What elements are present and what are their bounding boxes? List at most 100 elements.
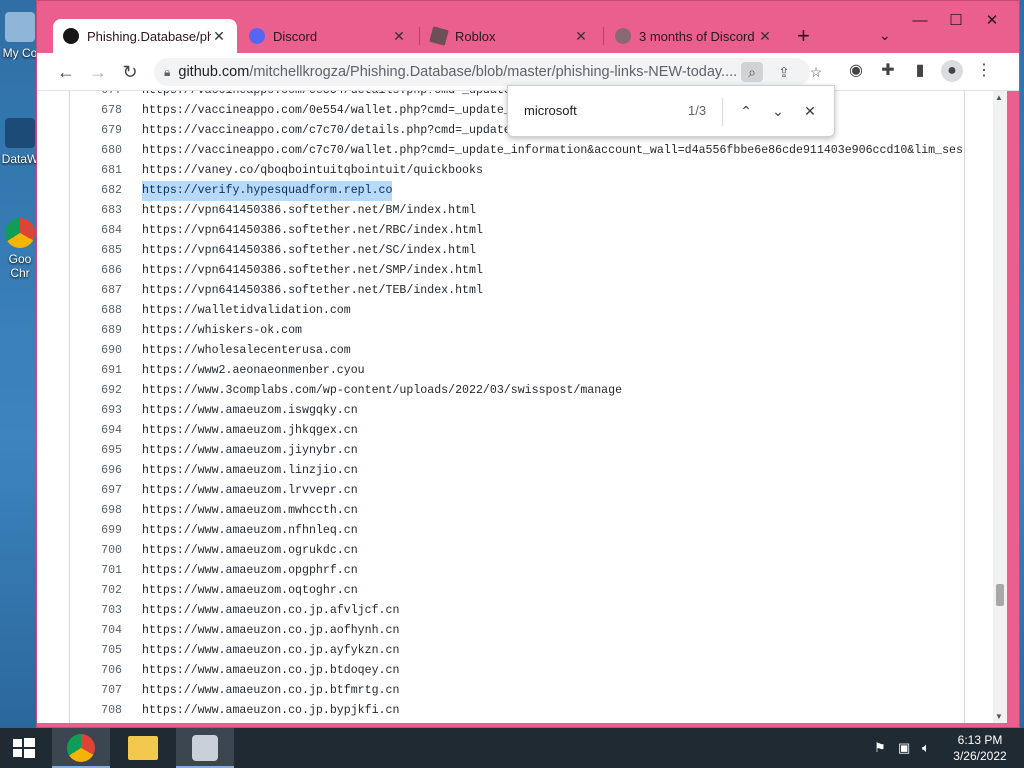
line-number[interactable]: 680 xyxy=(70,141,142,161)
tab-discord-nitro[interactable]: 3 months of Discord N ✕ xyxy=(605,19,783,53)
line-number[interactable]: 689 xyxy=(70,321,142,341)
start-button[interactable] xyxy=(0,728,48,768)
back-button[interactable]: ← xyxy=(53,59,79,85)
line-number[interactable]: 695 xyxy=(70,441,142,461)
find-previous-chevron-up-icon[interactable]: ⌃ xyxy=(734,99,758,123)
tab-strip: Phishing.Database/ph ✕ Discord ✕ Roblox … xyxy=(37,1,1019,53)
tab-phishing-database[interactable]: Phishing.Database/ph ✕ xyxy=(53,19,237,53)
line-number[interactable]: 697 xyxy=(70,481,142,501)
scroll-down-arrow-icon[interactable]: ▼ xyxy=(995,712,1003,721)
line-number[interactable]: 691 xyxy=(70,361,142,381)
system-clock[interactable]: 6:13 PM 3/26/2022 xyxy=(940,732,1020,764)
line-number[interactable]: 708 xyxy=(70,701,142,721)
tab-discord[interactable]: Discord ✕ xyxy=(239,19,417,53)
code-text: https://www.amaeuzom.opgphrf.cn xyxy=(142,564,358,577)
line-number[interactable]: 703 xyxy=(70,601,142,621)
bookmark-star-icon[interactable]: ☆ xyxy=(805,62,827,82)
line-number[interactable]: 690 xyxy=(70,341,142,361)
desktop-icon-my-computer[interactable]: My Co xyxy=(0,12,40,60)
scrollbar-thumb[interactable] xyxy=(996,584,1004,606)
new-tab-button[interactable]: + xyxy=(797,23,810,49)
menu-kebab-icon[interactable]: ⋮ xyxy=(973,60,995,82)
line-number[interactable]: 700 xyxy=(70,541,142,561)
code-text: https://www.amaeuzom.iswgqky.cn xyxy=(142,404,358,417)
line-number[interactable]: 698 xyxy=(70,501,142,521)
side-panel-icon[interactable]: ▮ xyxy=(909,60,931,82)
line-number[interactable]: 702 xyxy=(70,581,142,601)
code-text: https://www.amaeuzon.co.jp.afvljcf.cn xyxy=(142,604,400,617)
code-line: 679 https://vaccineappo.com/c7c70/details… xyxy=(70,121,546,141)
forward-button[interactable]: → xyxy=(85,59,111,85)
line-number[interactable]: 683 xyxy=(70,201,142,221)
close-window-button[interactable]: ✕ xyxy=(977,9,1007,33)
code-line: 704 https://www.amaeuzon.co.jp.aofhynh.cn xyxy=(70,621,399,641)
taskbar-chrome[interactable] xyxy=(52,728,110,768)
line-number[interactable]: 686 xyxy=(70,261,142,281)
find-divider xyxy=(722,98,723,126)
line-number[interactable]: 696 xyxy=(70,461,142,481)
line-number[interactable]: 705 xyxy=(70,641,142,661)
maximize-button[interactable]: ☐ xyxy=(941,9,971,33)
code-line: 694 https://www.amaeuzom.jhkqgex.cn xyxy=(70,421,358,441)
line-number[interactable]: 687 xyxy=(70,281,142,301)
code-text: https://vpn641450386.softether.net/BM/in… xyxy=(142,204,476,217)
desktop-icon-datawarehouse[interactable]: DataW xyxy=(0,118,40,166)
roblox-icon xyxy=(429,26,449,46)
line-number[interactable]: 704 xyxy=(70,621,142,641)
folder-icon xyxy=(128,736,158,760)
line-number[interactable]: 677 xyxy=(70,91,142,101)
line-number[interactable]: 706 xyxy=(70,661,142,681)
code-line: 706 https://www.amaeuzon.co.jp.btdoqey.cn xyxy=(70,661,399,681)
shortcut-icon xyxy=(5,118,35,148)
extension-globe-icon[interactable]: ◉ xyxy=(845,60,867,82)
tab-roblox[interactable]: Roblox ✕ xyxy=(421,19,599,53)
desktop-icon-google-chrome[interactable]: Goo Chr xyxy=(0,218,40,280)
vertical-scrollbar[interactable]: ▲ ▼ xyxy=(993,91,1007,723)
taskbar-tool[interactable] xyxy=(176,728,234,768)
find-in-page-icon[interactable]: ⌕ xyxy=(741,62,763,82)
close-tab-icon[interactable]: ✕ xyxy=(211,28,227,45)
line-number[interactable]: 682 xyxy=(70,181,142,201)
line-number[interactable]: 688 xyxy=(70,301,142,321)
find-input[interactable]: microsoft xyxy=(524,103,577,118)
line-number[interactable]: 681 xyxy=(70,161,142,181)
line-number[interactable]: 701 xyxy=(70,561,142,581)
line-number[interactable]: 679 xyxy=(70,121,142,141)
taskbar-file-explorer[interactable] xyxy=(114,728,172,768)
line-number[interactable]: 693 xyxy=(70,401,142,421)
line-number[interactable]: 694 xyxy=(70,421,142,441)
extensions-puzzle-icon[interactable]: ✚ xyxy=(877,60,899,82)
line-number[interactable]: 684 xyxy=(70,221,142,241)
code-text: https://vaccineappo.com/c7c70/wallet.php… xyxy=(142,144,965,157)
reload-button[interactable]: ↻ xyxy=(117,59,143,85)
code-line: 705 https://www.amaeuzon.co.jp.ayfykzn.cn xyxy=(70,641,399,661)
share-icon[interactable]: ⇪ xyxy=(773,62,795,82)
line-number[interactable]: 678 xyxy=(70,101,142,121)
close-tab-icon[interactable]: ✕ xyxy=(391,28,407,45)
code-line: 691 https://www2.aeonaeonmenber.cyou xyxy=(70,361,365,381)
close-tab-icon[interactable]: ✕ xyxy=(573,28,589,45)
tab-separator xyxy=(419,27,420,45)
line-number[interactable]: 685 xyxy=(70,241,142,261)
code-text: https://vaccineappo.com/c7c70/details.ph… xyxy=(142,124,546,137)
profile-avatar-icon[interactable]: ● xyxy=(941,60,963,82)
line-number[interactable]: 707 xyxy=(70,681,142,701)
scroll-up-arrow-icon[interactable]: ▲ xyxy=(995,93,1003,102)
line-number[interactable]: 699 xyxy=(70,521,142,541)
network-icon[interactable]: ▣ xyxy=(898,740,910,756)
code-line: 703 https://www.amaeuzon.co.jp.afvljcf.cn xyxy=(70,601,399,621)
minimize-button[interactable]: — xyxy=(905,9,935,33)
code-text: https://www.amaeuzom.oqtoghr.cn xyxy=(142,584,358,597)
globe-icon xyxy=(615,28,631,44)
volume-muted-icon[interactable]: 🔈︎ xyxy=(922,740,930,756)
find-next-chevron-down-icon[interactable]: ⌄ xyxy=(766,99,790,123)
address-bar[interactable]: 🔒︎ github.com/mitchellkrogza/Phishing.Da… xyxy=(154,58,822,86)
code-line: 690 https://wholesalecenterusa.com xyxy=(70,341,351,361)
tab-search-chevron-icon[interactable]: ⌄ xyxy=(879,27,891,44)
find-close-icon[interactable]: ✕ xyxy=(798,99,822,123)
line-number[interactable]: 692 xyxy=(70,381,142,401)
code-line: 699 https://www.amaeuzom.nfhnleq.cn xyxy=(70,521,358,541)
action-center-flag-icon[interactable]: ⚑ xyxy=(874,740,886,756)
code-line: 681 https://vaney.co/qboqbointuitqbointui… xyxy=(70,161,483,181)
close-tab-icon[interactable]: ✕ xyxy=(757,28,773,45)
